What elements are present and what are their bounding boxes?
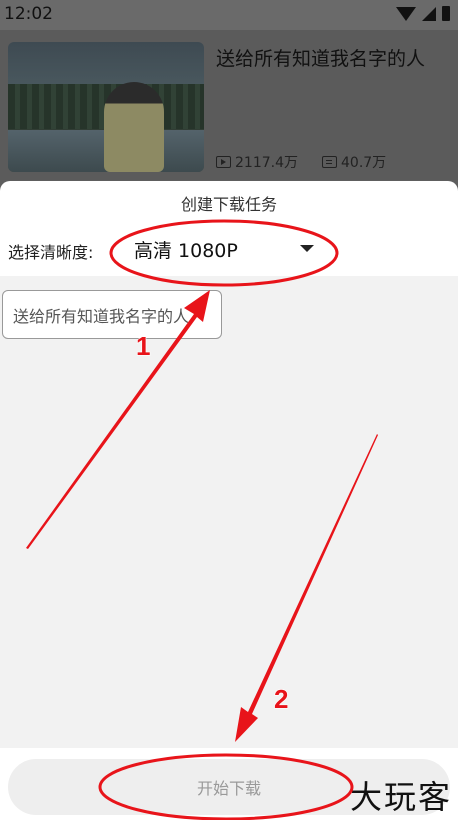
comment-count-value: 40.7万 (341, 155, 387, 171)
battery-icon (442, 6, 450, 21)
sheet-title: 创建下载任务 (180, 195, 277, 214)
status-icons (396, 6, 450, 21)
play-count: 2117.4万 (216, 152, 298, 172)
comment-count: 40.7万 (322, 152, 386, 172)
wifi-icon (396, 6, 416, 21)
filename-input[interactable] (2, 290, 222, 339)
quality-select[interactable]: 高清 1080P (126, 229, 326, 269)
download-sheet: 创建下载任务 选择清晰度: 高清 1080P 开始下载 (0, 181, 458, 820)
status-bar: 12:02 (0, 0, 458, 30)
content-area (0, 276, 458, 748)
watermark-logo: 大玩客 (349, 778, 452, 816)
video-thumbnail (8, 42, 204, 172)
play-count-value: 2117.4万 (235, 155, 298, 171)
signal-icon (422, 6, 436, 21)
dropdown-arrow-icon (300, 245, 314, 252)
background-video-card: 送给所有知道我名字的人 2117.4万 40.7万 (0, 30, 458, 180)
play-icon (216, 156, 231, 168)
quality-selected-value: 高清 1080P (134, 240, 238, 262)
video-title: 送给所有知道我名字的人 (216, 48, 426, 70)
thumbnail-figure (104, 82, 164, 172)
status-time: 12:02 (4, 4, 53, 24)
quality-label: 选择清晰度: (8, 243, 94, 262)
comment-icon (322, 156, 337, 168)
